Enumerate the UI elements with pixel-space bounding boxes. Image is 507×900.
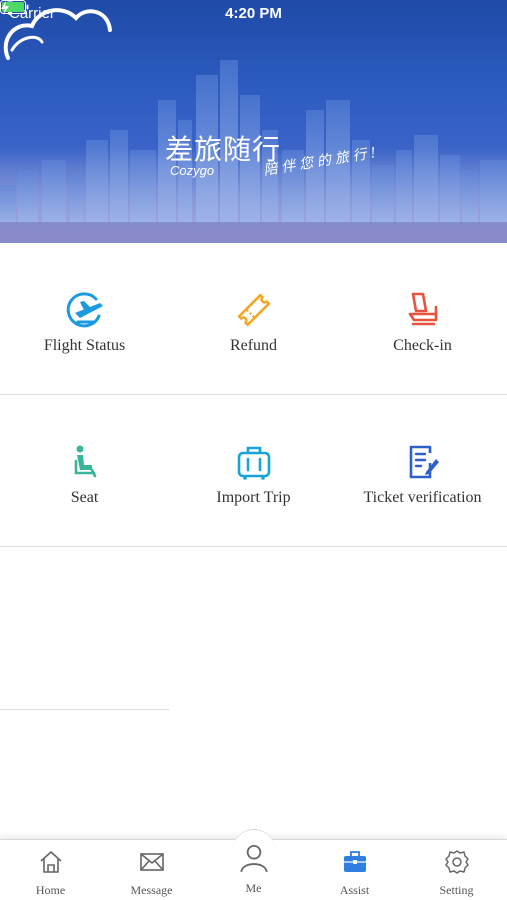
service-label: Seat xyxy=(70,489,99,506)
ticket-icon xyxy=(237,293,271,327)
document-edit-icon xyxy=(409,445,439,479)
hero-banner: Carrier 4:20 PM 差旅随行 Cozygo 陪伴您的旅行! xyxy=(0,0,507,243)
user-icon xyxy=(240,844,268,873)
service-row: Flight Status Refund Check-in xyxy=(0,243,507,395)
tab-label: Message xyxy=(130,883,173,897)
envelope-icon xyxy=(140,853,164,871)
service-label: Check-in xyxy=(393,337,452,354)
service-ticket-verification[interactable]: Ticket verification xyxy=(338,395,507,547)
home-icon xyxy=(40,851,62,873)
plane-takeoff-icon xyxy=(66,292,103,328)
service-import-trip[interactable]: Import Trip xyxy=(169,395,338,547)
service-label: Refund xyxy=(229,337,278,354)
tab-home[interactable]: Home xyxy=(0,839,101,900)
service-flight-status[interactable]: Flight Status xyxy=(0,243,169,395)
gear-icon xyxy=(445,850,469,874)
tab-message[interactable]: Message xyxy=(101,839,202,900)
service-label: Import Trip xyxy=(216,489,291,506)
tab-label: Home xyxy=(35,883,66,897)
divider xyxy=(0,709,169,710)
tab-setting[interactable]: Setting xyxy=(406,839,507,900)
briefcase-icon xyxy=(344,851,366,872)
cloud-logo-icon xyxy=(3,8,112,60)
service-grid: Flight Status Refund Check-in Seat Impor… xyxy=(0,243,507,547)
tab-label: Setting xyxy=(439,883,474,897)
service-label: Ticket verification xyxy=(363,489,482,506)
service-seat[interactable]: Seat xyxy=(0,395,169,547)
tab-assist[interactable]: Assist xyxy=(304,839,405,900)
luggage-icon xyxy=(237,446,271,480)
service-label: Flight Status xyxy=(43,337,126,354)
service-check-in[interactable]: Check-in xyxy=(338,243,507,395)
tab-label: Assist xyxy=(339,883,370,897)
tab-label: Me xyxy=(245,881,262,895)
person-seat-icon xyxy=(74,445,97,478)
service-refund[interactable]: Refund xyxy=(169,243,338,395)
logo-english-text: Cozygo xyxy=(170,163,215,178)
service-row: Seat Import Trip Ticket verification xyxy=(0,395,507,547)
seat-icon xyxy=(408,292,438,326)
tab-me[interactable]: Me xyxy=(203,839,304,900)
